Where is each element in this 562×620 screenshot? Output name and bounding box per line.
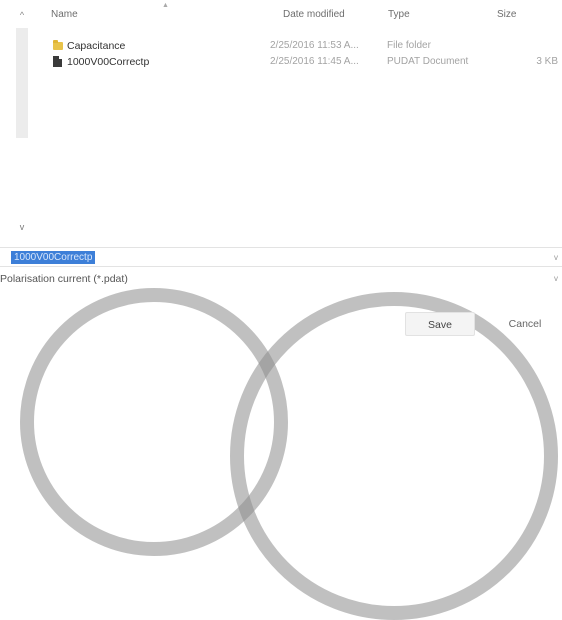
file-icon: [53, 56, 62, 67]
chevron-down-icon[interactable]: v: [554, 269, 558, 289]
file-date: 2/25/2016 11:53 A...: [270, 40, 359, 51]
list-item[interactable]: 1000V00Correctp 2/25/2016 11:45 A... PUD…: [45, 54, 560, 70]
nav-pane-scrollbar[interactable]: [16, 28, 28, 138]
file-name: Capacitance: [67, 40, 126, 52]
file-type: File folder: [387, 40, 431, 51]
collapse-chevron-icon[interactable]: v: [17, 222, 27, 232]
file-date: 2/25/2016 11:45 A...: [270, 56, 359, 67]
column-header-name[interactable]: Name: [51, 9, 78, 20]
file-name: 1000V00Correctp: [67, 56, 150, 68]
column-header-size[interactable]: Size: [497, 9, 516, 20]
list-item[interactable]: Capacitance 2/25/2016 11:53 A... File fo…: [45, 38, 560, 54]
file-size: 3 KB: [536, 56, 558, 67]
cancel-button[interactable]: Cancel: [501, 312, 549, 336]
chevron-down-icon[interactable]: v: [554, 253, 558, 262]
save-button[interactable]: Save: [405, 312, 475, 336]
file-name-value: 1000V00Correctp: [11, 251, 96, 264]
folder-icon: [53, 40, 63, 50]
column-header-date-modified[interactable]: Date modified: [283, 9, 345, 20]
file-type: PUDAT Document: [387, 56, 469, 67]
file-type-select[interactable]: Polarisation current (*.pdat) v: [0, 269, 562, 289]
file-type-value: Polarisation current (*.pdat): [0, 273, 128, 285]
column-header-type[interactable]: Type: [388, 9, 410, 20]
scroll-up-icon[interactable]: ^: [17, 10, 27, 20]
sort-caret-icon: ▲: [162, 2, 169, 9]
file-name-input[interactable]: 1000V00Correctp v: [0, 247, 562, 267]
